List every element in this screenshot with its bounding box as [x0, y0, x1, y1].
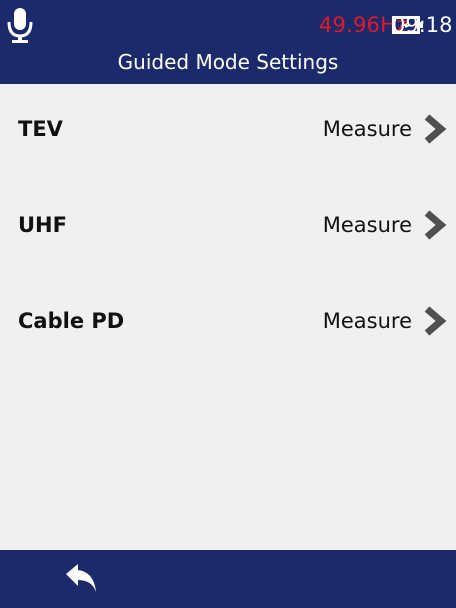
- page-title: Guided Mode Settings: [117, 50, 339, 74]
- setting-row-cable-pd[interactable]: Cable PD Measure: [0, 276, 456, 372]
- status-header: 49.96Hz 09:18 Guided Mode Settings: [0, 0, 456, 84]
- setting-row-tev[interactable]: TEV Measure: [0, 84, 456, 180]
- clock-time: 09:18: [392, 13, 453, 37]
- chevron-right-icon[interactable]: [422, 112, 448, 146]
- footer-bar: [0, 550, 456, 608]
- settings-list: TEV Measure UHF Measure Cable PD Measure: [0, 84, 456, 372]
- setting-row-uhf[interactable]: UHF Measure: [0, 180, 456, 276]
- setting-value: Measure: [322, 213, 412, 237]
- setting-label: Cable PD: [18, 309, 125, 333]
- chevron-right-icon[interactable]: [422, 304, 448, 338]
- chevron-right-icon[interactable]: [422, 208, 448, 242]
- microphone-icon[interactable]: [6, 6, 34, 44]
- setting-value: Measure: [322, 309, 412, 333]
- back-arrow-icon[interactable]: [62, 562, 102, 602]
- setting-label: UHF: [18, 213, 67, 237]
- setting-value: Measure: [322, 117, 412, 141]
- setting-label: TEV: [18, 117, 63, 141]
